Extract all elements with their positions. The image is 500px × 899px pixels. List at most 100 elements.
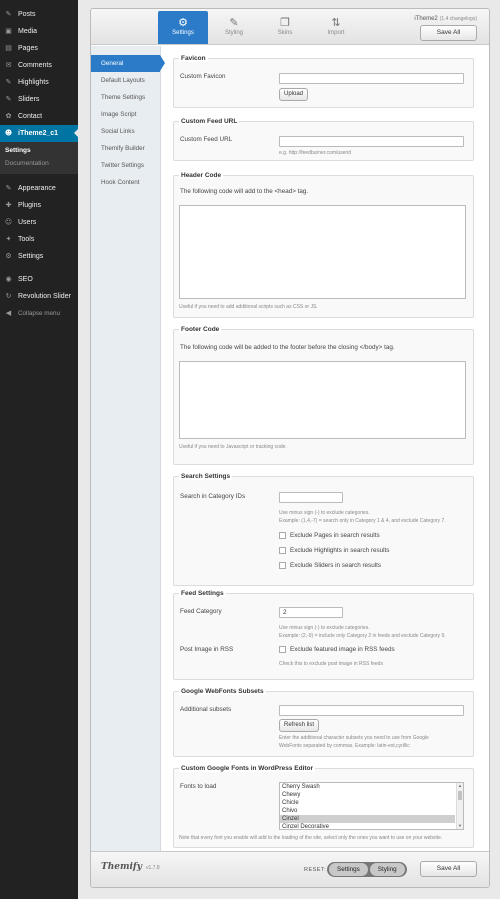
admin-menu-appearance[interactable]: ✎ Appearance: [0, 180, 78, 197]
exclude-highlights-checkbox[interactable]: [279, 547, 286, 554]
tab-label: Styling: [224, 30, 243, 36]
header-code-intro: The following code will add to the <head…: [180, 188, 309, 195]
exclude-pages-checkbox[interactable]: [279, 532, 286, 539]
webfonts-help-1: Enter the additional character subsets y…: [279, 735, 429, 741]
reset-settings-button[interactable]: Settings: [329, 863, 368, 876]
admin-menu-settings[interactable]: ⚙ Settings: [0, 248, 78, 265]
admin-menu-media[interactable]: ▣ Media: [0, 23, 78, 40]
admin-menu-pages[interactable]: ▤ Pages: [0, 40, 78, 57]
search-settings-section: Search Settings Search in Category IDs U…: [173, 473, 474, 586]
exclude-sliders-checkbox[interactable]: [279, 562, 286, 569]
admin-menu-label: SEO: [18, 276, 33, 283]
header-code-textarea[interactable]: [179, 205, 466, 299]
rss-image-label: Post Image in RSS: [180, 646, 234, 653]
subnav-image-script[interactable]: Image Script: [91, 106, 160, 123]
comments-icon: ✉: [5, 61, 12, 69]
exclude-highlights-row[interactable]: Exclude Highlights in search results: [279, 547, 389, 554]
panel-header: ⚙ Settings ✎ Styling ❐ Skins ⇅ Import iTheme2 (1…: [91, 9, 489, 45]
admin-menu-label: Revolution Slider: [18, 293, 71, 300]
exclude-rss-image-row[interactable]: Exclude featured image in RSS feeds: [279, 646, 395, 653]
subnav-twitter-settings[interactable]: Twitter Settings: [91, 157, 160, 174]
scroll-down-icon[interactable]: ▼: [457, 823, 463, 829]
admin-submenu-settings[interactable]: Settings: [0, 144, 78, 157]
admin-menu-itheme2-c1[interactable]: ☻ iTheme2_c1: [0, 125, 78, 142]
pages-icon: ▤: [5, 44, 12, 52]
search-category-input[interactable]: [279, 492, 343, 503]
subnav-hook-content[interactable]: Hook Content: [91, 174, 160, 191]
admin-menu-seo[interactable]: ◉ SEO: [0, 271, 78, 288]
admin-menu-posts[interactable]: ✎ Posts: [0, 6, 78, 23]
tools-icon: ✦: [5, 235, 12, 243]
tab-import[interactable]: ⇅ Import: [311, 11, 361, 44]
tab-label: Import: [327, 30, 345, 36]
admin-menu-label: Plugins: [18, 202, 41, 209]
subnav-theme-settings[interactable]: Theme Settings: [91, 89, 160, 106]
tab-skins[interactable]: ❐ Skins: [260, 11, 310, 44]
admin-menu-label: Settings: [18, 253, 44, 260]
appearance-icon: ✎: [5, 184, 12, 192]
custom-feed-url-input[interactable]: [279, 136, 464, 147]
subnav-themify-builder[interactable]: Themify Builder: [91, 140, 160, 157]
font-option[interactable]: Cinzel: [280, 815, 455, 823]
admin-menu-highlights[interactable]: ✎ Highlights: [0, 74, 78, 91]
search-category-label: Search in Category IDs: [180, 493, 246, 500]
exclude-rss-image-checkbox[interactable]: [279, 646, 286, 653]
section-title: Footer Code: [179, 326, 222, 333]
admin-menu-tools[interactable]: ✦ Tools: [0, 231, 78, 248]
admin-menu-comments[interactable]: ✉ Comments: [0, 57, 78, 74]
refresh-list-button[interactable]: Refresh list: [279, 719, 320, 732]
footer-code-help: Useful if you need to Javascript or trac…: [179, 444, 287, 450]
feed-category-input[interactable]: 2: [279, 607, 343, 618]
fonts-scrollbar[interactable]: ▲ ▼: [456, 783, 463, 829]
exclude-sliders-row[interactable]: Exclude Sliders in search results: [279, 562, 381, 569]
section-title: Custom Feed URL: [179, 118, 240, 125]
custom-favicon-input[interactable]: [279, 73, 464, 84]
header-code-section: Header Code The following code will add …: [173, 172, 474, 318]
plugins-icon: ✚: [5, 201, 12, 209]
font-option[interactable]: Cinzel Decorative: [280, 823, 455, 829]
feed-category-label: Feed Category: [180, 608, 222, 615]
admin-menu-plugins[interactable]: ✚ Plugins: [0, 197, 78, 214]
tab-styling[interactable]: ✎ Styling: [209, 11, 259, 44]
font-option[interactable]: Chicle: [280, 799, 455, 807]
admin-menu-contact[interactable]: ✿ Contact: [0, 108, 78, 125]
tab-settings[interactable]: ⚙ Settings: [158, 11, 208, 44]
reset-styling-button[interactable]: Styling: [369, 863, 405, 876]
subnav-general[interactable]: General: [91, 55, 165, 72]
rss-help: Check this to exclude post image in RSS …: [279, 661, 383, 667]
changelog-link[interactable]: (1.4 changelogs): [440, 16, 477, 22]
fonts-multiselect[interactable]: Cherry Swash Chewy Chicle Chivo Cinzel Cinzel…: [279, 782, 464, 830]
admin-menu-users[interactable]: ☺ Users: [0, 214, 78, 231]
custom-favicon-label: Custom Favicon: [180, 73, 226, 80]
save-all-button-bottom[interactable]: Save All: [420, 861, 477, 877]
additional-subsets-input[interactable]: [279, 705, 464, 716]
admin-menu-label: Posts: [18, 11, 36, 18]
scroll-up-icon[interactable]: ▲: [457, 783, 463, 789]
font-option[interactable]: Chivo: [280, 807, 455, 815]
section-title: Header Code: [179, 172, 224, 179]
webfonts-help-2: WebFonts separated by commas. Example: l…: [279, 743, 410, 749]
exclude-pages-row[interactable]: Exclude Pages in search results: [279, 532, 380, 539]
themify-logo: Themify v1.7.8: [101, 862, 160, 872]
additional-subsets-label: Additional subsets: [180, 706, 232, 713]
subnav-default-layouts[interactable]: Default Layouts: [91, 72, 160, 89]
save-all-button-top[interactable]: Save All: [420, 25, 477, 41]
admin-menu-collapse-menu[interactable]: ◀ Collapse menu: [0, 305, 78, 322]
footer-code-intro: The following code will be added to the …: [180, 344, 395, 351]
favicon-section: Favicon Custom Favicon Upload: [173, 55, 474, 108]
admin-submenu: Settings Documentation: [0, 142, 78, 174]
custom-google-fonts-section: Custom Google Fonts in WordPress Editor …: [173, 765, 474, 848]
admin-submenu-documentation[interactable]: Documentation: [0, 157, 78, 170]
font-option[interactable]: Chewy: [280, 791, 455, 799]
footer-code-section: Footer Code The following code will be a…: [173, 326, 474, 465]
themify-settings-panel: ⚙ Settings ✎ Styling ❐ Skins ⇅ Import iTheme2 (1…: [90, 8, 490, 888]
footer-code-textarea[interactable]: [179, 361, 466, 439]
admin-menu-sliders[interactable]: ✎ Sliders: [0, 91, 78, 108]
upload-button[interactable]: Upload: [279, 88, 309, 101]
seo-icon: ◉: [5, 275, 12, 283]
subnav-social-links[interactable]: Social Links: [91, 123, 160, 140]
admin-menu-revolution-slider[interactable]: ↻ Revolution Slider: [0, 288, 78, 305]
scroll-thumb[interactable]: [458, 791, 462, 800]
font-option[interactable]: Cherry Swash: [280, 783, 455, 791]
skins-icon: ❐: [280, 16, 290, 29]
